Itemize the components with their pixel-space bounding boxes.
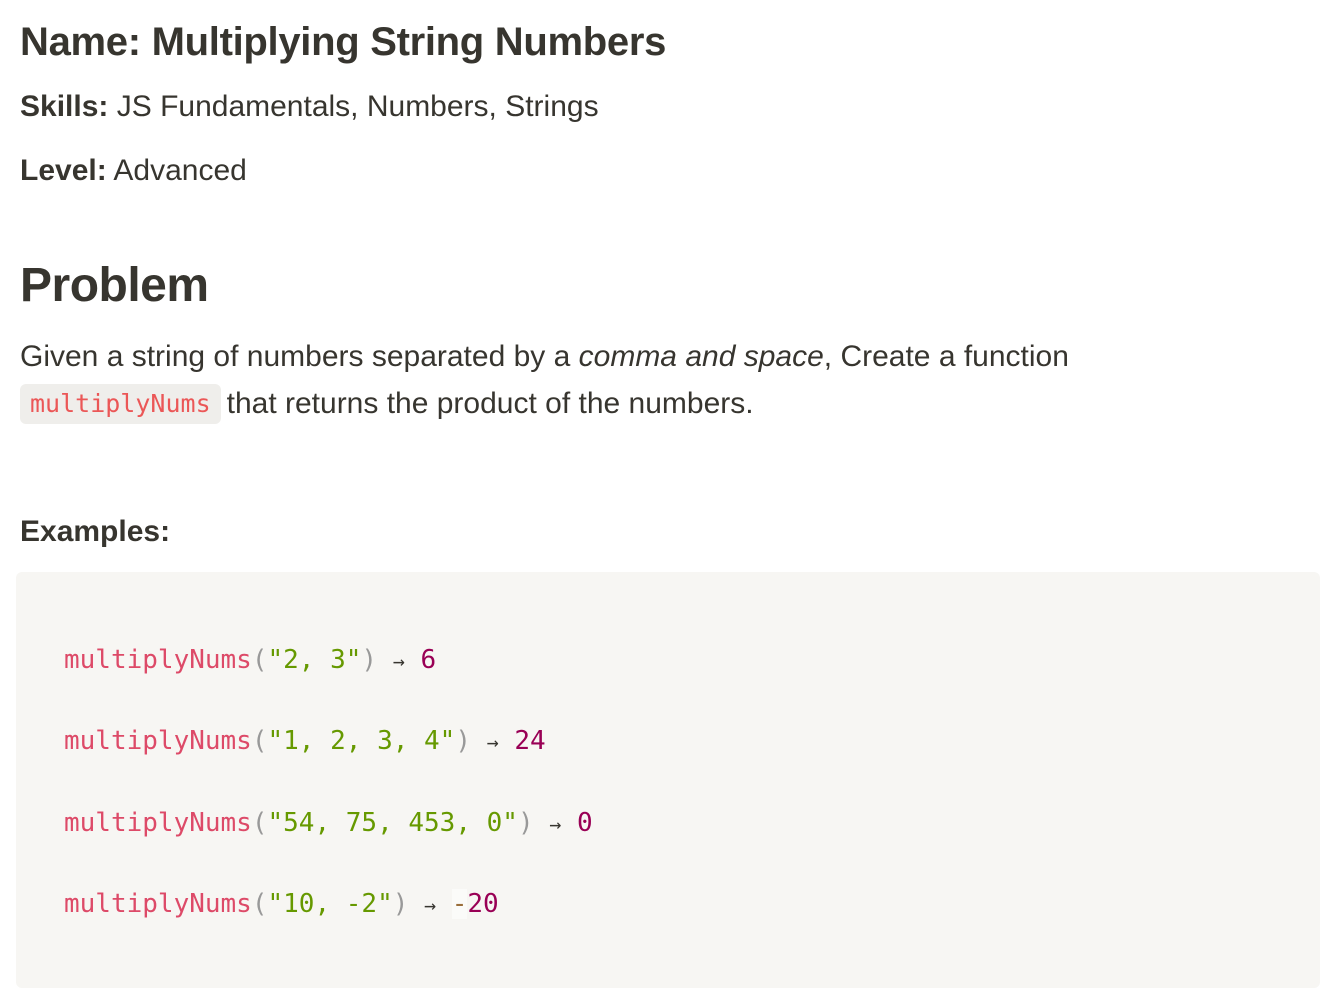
- token-string: "2, 3": [267, 645, 362, 675]
- problem-description-line-1: Given a string of numbers separated by a…: [20, 337, 1069, 377]
- code-block[interactable]: [16, 572, 1320, 988]
- level-line: Level: Advanced: [20, 152, 247, 190]
- problem-description-line-2: multiplyNums that returns the product of …: [20, 384, 754, 424]
- token-string: "54, 75, 453, 0": [267, 808, 518, 838]
- name-title: Name: Multiplying String Numbers: [20, 18, 666, 66]
- desc-part-2: , Create a function: [823, 340, 1069, 373]
- name-value: Multiplying String Numbers: [151, 20, 667, 64]
- level-label: Level:: [20, 154, 107, 187]
- token-function: multiplyNums: [64, 645, 252, 675]
- arrow-icon: →: [486, 730, 499, 754]
- skills-line: Skills: JS Fundamentals, Numbers, String…: [20, 88, 599, 126]
- token-result: 6: [420, 645, 437, 675]
- desc-part-1: Given a string of numbers separated by a: [20, 340, 579, 373]
- token-sign: -: [451, 889, 468, 919]
- arrow-icon: →: [549, 812, 562, 836]
- inline-code-function-name: multiplyNums: [20, 384, 221, 424]
- arrow-icon: →: [424, 893, 437, 917]
- desc-emphasis: comma and space: [578, 340, 824, 373]
- token-open-paren: (: [251, 808, 268, 838]
- examples-heading: Examples:: [20, 515, 171, 548]
- skills-label: Skills:: [20, 90, 109, 123]
- token-result: 0: [576, 808, 593, 838]
- code-example-line: multiplyNums("54, 75, 453, 0") → 0: [64, 805, 593, 842]
- token-close-paren: ): [455, 726, 471, 756]
- token-function: multiplyNums: [64, 726, 252, 756]
- problem-heading: Problem: [20, 259, 209, 312]
- level-value: Advanced: [113, 154, 247, 187]
- desc-part-3: that returns the product of the numbers.: [226, 387, 754, 420]
- token-result: 20: [467, 889, 499, 919]
- token-function: multiplyNums: [64, 808, 252, 838]
- code-example-line: multiplyNums("2, 3") → 6: [64, 642, 436, 679]
- token-result: 24: [514, 726, 546, 756]
- token-open-paren: (: [251, 889, 268, 919]
- token-function: multiplyNums: [64, 889, 252, 919]
- arrow-icon: →: [392, 649, 405, 673]
- name-label: Name:: [20, 20, 141, 64]
- token-close-paren: ): [392, 889, 409, 919]
- token-close-paren: ): [517, 808, 534, 838]
- token-open-paren: (: [251, 645, 268, 675]
- token-open-paren: (: [251, 726, 268, 756]
- code-example-line: multiplyNums("1, 2, 3, 4") → 24: [64, 723, 546, 760]
- skills-value: JS Fundamentals, Numbers, Strings: [116, 90, 599, 123]
- token-close-paren: ): [361, 645, 378, 675]
- token-string: "1, 2, 3, 4": [267, 726, 456, 756]
- token-string: "10, -2": [267, 889, 393, 919]
- code-example-line: multiplyNums("10, -2") → -20: [64, 886, 499, 923]
